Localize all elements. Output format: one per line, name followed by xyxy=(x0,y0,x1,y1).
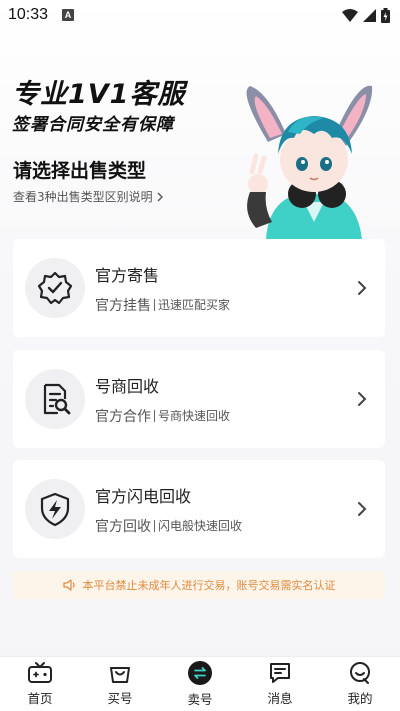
card-title: 官方寄售 xyxy=(95,265,160,285)
mascot-illustration xyxy=(246,85,373,240)
sell-exchange-icon xyxy=(188,661,212,685)
explain-link-label: 查看3种出售类型区别说明 xyxy=(13,190,153,204)
card-desc-main: 官方回收 xyxy=(95,518,151,535)
nav-label: 首页 xyxy=(27,691,53,706)
battery-icon xyxy=(381,7,390,23)
card-title: 号商回收 xyxy=(95,376,160,396)
nav-label: 消息 xyxy=(267,691,293,706)
nav-label: 卖号 xyxy=(187,692,213,707)
status-bar: 10:33 A xyxy=(0,0,400,30)
chevron-right-icon xyxy=(157,192,163,201)
sale-option-flash-recycle[interactable]: 官方闪电回收 官方回收 闪电般快速回收 xyxy=(13,460,385,558)
nav-home[interactable]: 首页 xyxy=(10,661,70,707)
card-desc-sub: 闪电般快速回收 xyxy=(158,519,243,533)
nav-sell[interactable]: 卖号 xyxy=(170,660,230,708)
hero-title: 专业1V1客服 xyxy=(12,79,186,110)
message-icon xyxy=(270,663,290,683)
notification-icon: A xyxy=(62,9,75,21)
chevron-right-icon xyxy=(358,281,367,295)
home-game-icon xyxy=(28,662,52,683)
chevron-right-icon xyxy=(358,502,367,516)
profile-icon xyxy=(350,662,370,684)
notice-text: 本平台禁止未成年人进行交易，账号交易需实名认证 xyxy=(82,579,336,592)
speaker-icon xyxy=(62,579,75,591)
hero-subtitle: 签署合同安全有保障 xyxy=(12,115,174,135)
section-title: 请选择出售类型 xyxy=(13,160,147,182)
nav-buy[interactable]: 买号 xyxy=(90,661,150,707)
divider xyxy=(154,298,155,311)
notice-banner: 本平台禁止未成年人进行交易，账号交易需实名认证 xyxy=(13,571,385,599)
card-icon-wrap xyxy=(25,479,85,539)
nav-profile[interactable]: 我的 xyxy=(330,661,390,707)
nav-label: 我的 xyxy=(347,691,373,706)
nav-messages[interactable]: 消息 xyxy=(250,661,310,707)
card-title: 官方闪电回收 xyxy=(95,486,192,506)
verified-badge-icon xyxy=(37,271,73,305)
shopping-bag-icon xyxy=(110,667,130,683)
card-desc-main: 官方挂售 xyxy=(95,297,151,314)
sale-option-dealer-recycle[interactable]: 号商回收 官方合作 号商快速回收 xyxy=(13,350,385,448)
card-desc-sub: 迅速匹配买家 xyxy=(158,298,231,312)
lightning-shield-icon xyxy=(40,492,70,527)
document-search-icon xyxy=(43,383,71,415)
bottom-nav: 首页 买号 卖号 消息 我的 xyxy=(0,656,400,711)
signal-icon xyxy=(363,8,376,22)
status-time: 10:33 xyxy=(8,6,49,23)
card-desc-main: 官方合作 xyxy=(95,408,151,425)
wifi-icon xyxy=(342,8,358,22)
card-desc-sub: 号商快速回收 xyxy=(158,409,231,423)
chevron-right-icon xyxy=(358,392,367,406)
divider xyxy=(154,409,155,422)
explain-link[interactable]: 查看3种出售类型区别说明 xyxy=(13,188,164,205)
card-icon-wrap xyxy=(25,258,85,318)
nav-label: 买号 xyxy=(107,691,133,706)
divider xyxy=(154,519,155,532)
card-icon-wrap xyxy=(25,369,85,429)
sale-option-consignment[interactable]: 官方寄售 官方挂售 迅速匹配买家 xyxy=(13,239,385,337)
